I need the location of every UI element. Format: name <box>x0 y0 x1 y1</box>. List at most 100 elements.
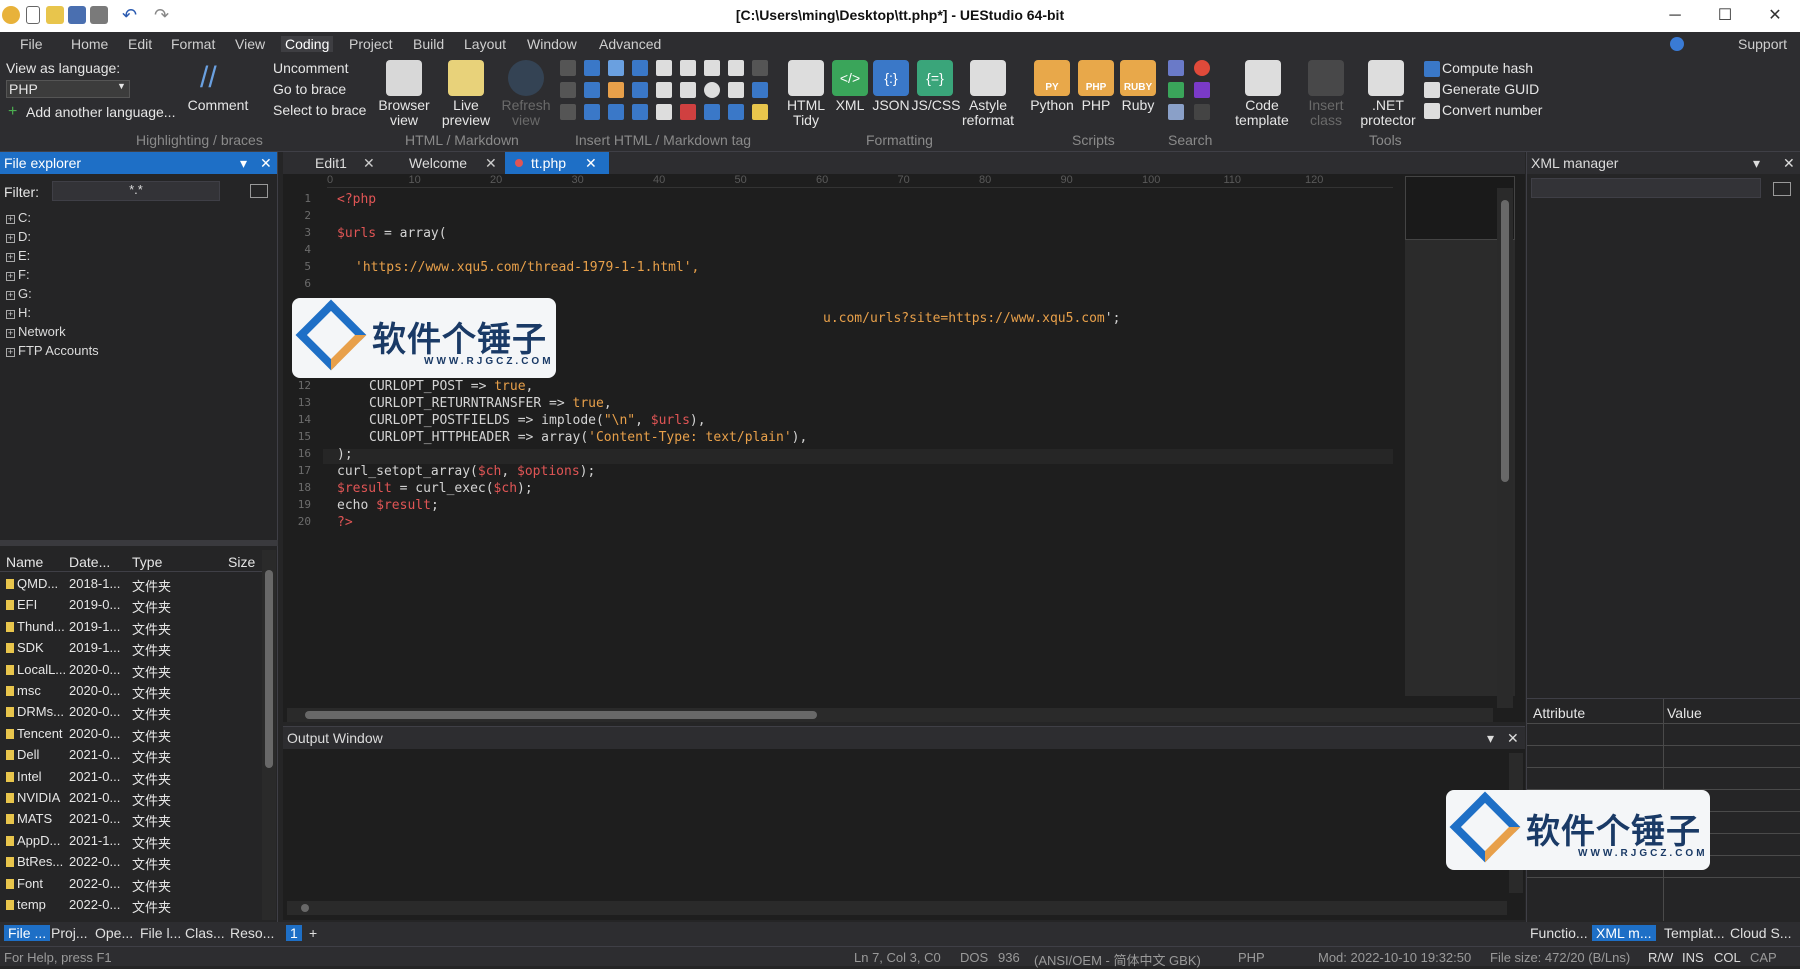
ruby-script-button[interactable]: Ruby <box>1114 98 1162 113</box>
column-type[interactable]: Type <box>132 554 162 570</box>
status-language[interactable]: PHP <box>1238 950 1265 965</box>
status-codepage[interactable]: 936 <box>998 950 1020 965</box>
minimize-button[interactable]: ─ <box>1650 0 1700 32</box>
bold-icon[interactable] <box>560 60 576 76</box>
label-icon[interactable] <box>656 104 672 120</box>
refresh-view-button[interactable]: Refresh view <box>494 98 558 128</box>
live-preview-button[interactable]: Live preview <box>432 98 500 128</box>
status-line-ending[interactable]: DOS <box>960 950 988 965</box>
file-list-row[interactable]: temp 2022-0... 文件夹 <box>0 895 262 916</box>
help-icon[interactable] <box>1670 37 1684 51</box>
column-date[interactable]: Date... <box>69 554 110 570</box>
net-protector-button[interactable]: .NET protector <box>1352 98 1424 128</box>
table-icon[interactable] <box>680 60 696 76</box>
status-cap[interactable]: CAP <box>1750 950 1777 965</box>
php-script-button[interactable]: PHP <box>1072 98 1120 113</box>
font-icon[interactable] <box>608 60 624 76</box>
windows-search-icon[interactable] <box>1168 82 1184 98</box>
convert-number-button[interactable]: Convert number <box>1442 102 1542 118</box>
underline-icon[interactable] <box>560 104 576 120</box>
checkbox-icon[interactable] <box>704 60 720 76</box>
form-icon[interactable] <box>680 104 696 120</box>
paragraph-icon[interactable] <box>632 60 648 76</box>
tools-search-icon[interactable] <box>1168 104 1184 120</box>
drive-g[interactable]: + G: <box>6 286 32 301</box>
open-folder-icon[interactable] <box>250 184 268 198</box>
ordered-list-icon[interactable] <box>584 82 600 98</box>
network-node[interactable]: + Network <box>6 324 66 339</box>
code-template-button[interactable]: Code template <box>1224 98 1300 128</box>
align-right-icon[interactable] <box>632 104 648 120</box>
generate-guid-button[interactable]: Generate GUID <box>1442 81 1539 97</box>
code-line-12[interactable]: CURLOPT_POST => true, <box>369 379 533 394</box>
align-icon[interactable] <box>608 104 624 120</box>
ftp-accounts-node[interactable]: + FTP Accounts <box>6 343 99 358</box>
maximize-button[interactable]: ☐ <box>1700 0 1750 32</box>
tab-functions[interactable]: Functio... <box>1530 925 1588 941</box>
code-line-7[interactable]: u.com/urls?site=https://www.xqu5.com'; <box>823 311 1120 326</box>
scrollbar-thumb[interactable] <box>305 711 817 719</box>
code-line-4[interactable]: 'https://www.xqu5.com/thread-1979-1-1.ht… <box>355 260 699 275</box>
file-list-row[interactable]: MATS 2021-0... 文件夹 <box>0 809 262 830</box>
editor-horizontal-scrollbar[interactable] <box>287 708 1493 722</box>
file-list-row[interactable]: QMD... 2018-1... 文件夹 <box>0 574 262 595</box>
menu-format[interactable]: Format <box>171 36 215 52</box>
align-center-icon[interactable] <box>632 82 648 98</box>
code-line-20[interactable]: ?> <box>337 515 353 530</box>
code-line-14[interactable]: CURLOPT_POSTFIELDS => implode("\n", $url… <box>369 413 706 428</box>
file-list-row[interactable]: msc 2020-0... 文件夹 <box>0 681 262 702</box>
code-line-19[interactable]: echo $result; <box>337 498 439 513</box>
close-icon[interactable]: ✕ <box>260 152 272 174</box>
browser-view-button[interactable]: Browser view <box>372 98 436 128</box>
menu-home[interactable]: Home <box>71 36 108 52</box>
xml-manager-select[interactable] <box>1531 178 1761 198</box>
tab-templates[interactable]: Templat... <box>1664 925 1725 941</box>
drive-e[interactable]: + E: <box>6 248 30 263</box>
file-list-row[interactable]: SDK 2019-1... 文件夹 <box>0 638 262 659</box>
menu-layout[interactable]: Layout <box>464 36 506 52</box>
file-list-row[interactable]: Font 2022-0... 文件夹 <box>0 874 262 895</box>
link-icon[interactable] <box>728 60 744 76</box>
astyle-reformat-button[interactable]: Astyle reformat <box>954 98 1022 128</box>
menu-window[interactable]: Window <box>527 36 577 52</box>
drive-d[interactable]: + D: <box>6 229 31 244</box>
code-line-13[interactable]: CURLOPT_RETURNTRANSFER => true, <box>369 396 612 411</box>
tab-project[interactable]: Proj... <box>51 925 88 941</box>
file-list-row[interactable]: Thund... 2019-1... 文件夹 <box>0 617 262 638</box>
menu-build[interactable]: Build <box>413 36 444 52</box>
menu-project[interactable]: Project <box>349 36 393 52</box>
file-list-row[interactable]: DRMs... 2020-0... 文件夹 <box>0 702 262 723</box>
tab-resources[interactable]: Reso... <box>230 925 274 941</box>
drive-h[interactable]: + H: <box>6 305 31 320</box>
menu-coding[interactable]: Coding <box>281 36 334 52</box>
pin-icon[interactable]: ▾ <box>1753 152 1760 174</box>
code-tag-icon[interactable] <box>728 104 744 120</box>
close-window-button[interactable]: ✕ <box>1750 0 1800 32</box>
php-search-icon[interactable] <box>1168 60 1184 76</box>
yahoo-search-icon[interactable] <box>1194 82 1210 98</box>
lock-icon[interactable] <box>752 104 768 120</box>
list-icon[interactable] <box>584 60 600 76</box>
close-icon[interactable]: ✕ <box>1507 727 1519 749</box>
open-folder-icon[interactable] <box>1773 182 1791 196</box>
text-color-icon[interactable] <box>608 82 624 98</box>
pin-icon[interactable]: ▾ <box>1487 727 1494 749</box>
column-name[interactable]: Name <box>6 554 43 570</box>
status-col[interactable]: COL <box>1714 950 1741 965</box>
tab-file-list[interactable]: File l... <box>140 925 181 941</box>
insert-class-button[interactable]: Insert class <box>1296 98 1356 128</box>
tab-cloud-services[interactable]: Cloud S... <box>1730 925 1791 941</box>
italic-icon[interactable] <box>560 82 576 98</box>
uncomment-button[interactable]: Uncomment <box>273 60 348 76</box>
code-line-1[interactable]: <?php <box>337 192 376 207</box>
file-list-row[interactable]: NVIDIA 2021-0... 文件夹 <box>0 788 262 809</box>
column-size[interactable]: Size <box>228 554 255 570</box>
file-list-row[interactable]: Intel 2021-0... 文件夹 <box>0 767 262 788</box>
code-line-3[interactable]: $urls = array( <box>337 226 447 241</box>
status-rw[interactable]: R/W <box>1648 950 1673 965</box>
filter-input[interactable]: *.* <box>52 181 220 201</box>
go-to-brace-button[interactable]: Go to brace <box>273 81 346 97</box>
code-line-15[interactable]: CURLOPT_HTTPHEADER => array('Content-Typ… <box>369 430 807 445</box>
file-list-row[interactable]: AppD... 2021-1... 文件夹 <box>0 831 262 852</box>
google-search-icon[interactable] <box>1194 60 1210 76</box>
